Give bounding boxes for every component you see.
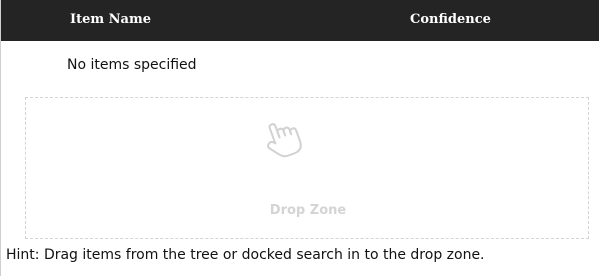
- hand-pointer-icon: [267, 123, 302, 158]
- table-header: Item Name Confidence: [1, 0, 599, 41]
- drop-zone-label: Drop Zone: [269, 203, 347, 218]
- empty-list-message: No items specified: [67, 57, 197, 73]
- hint-text: Hint: Drag items from the tree or docked…: [6, 247, 485, 263]
- column-header-item-name[interactable]: Item Name: [70, 12, 151, 27]
- column-header-confidence[interactable]: Confidence: [410, 12, 491, 27]
- item-list-panel: Item Name Confidence No items specified …: [0, 0, 599, 276]
